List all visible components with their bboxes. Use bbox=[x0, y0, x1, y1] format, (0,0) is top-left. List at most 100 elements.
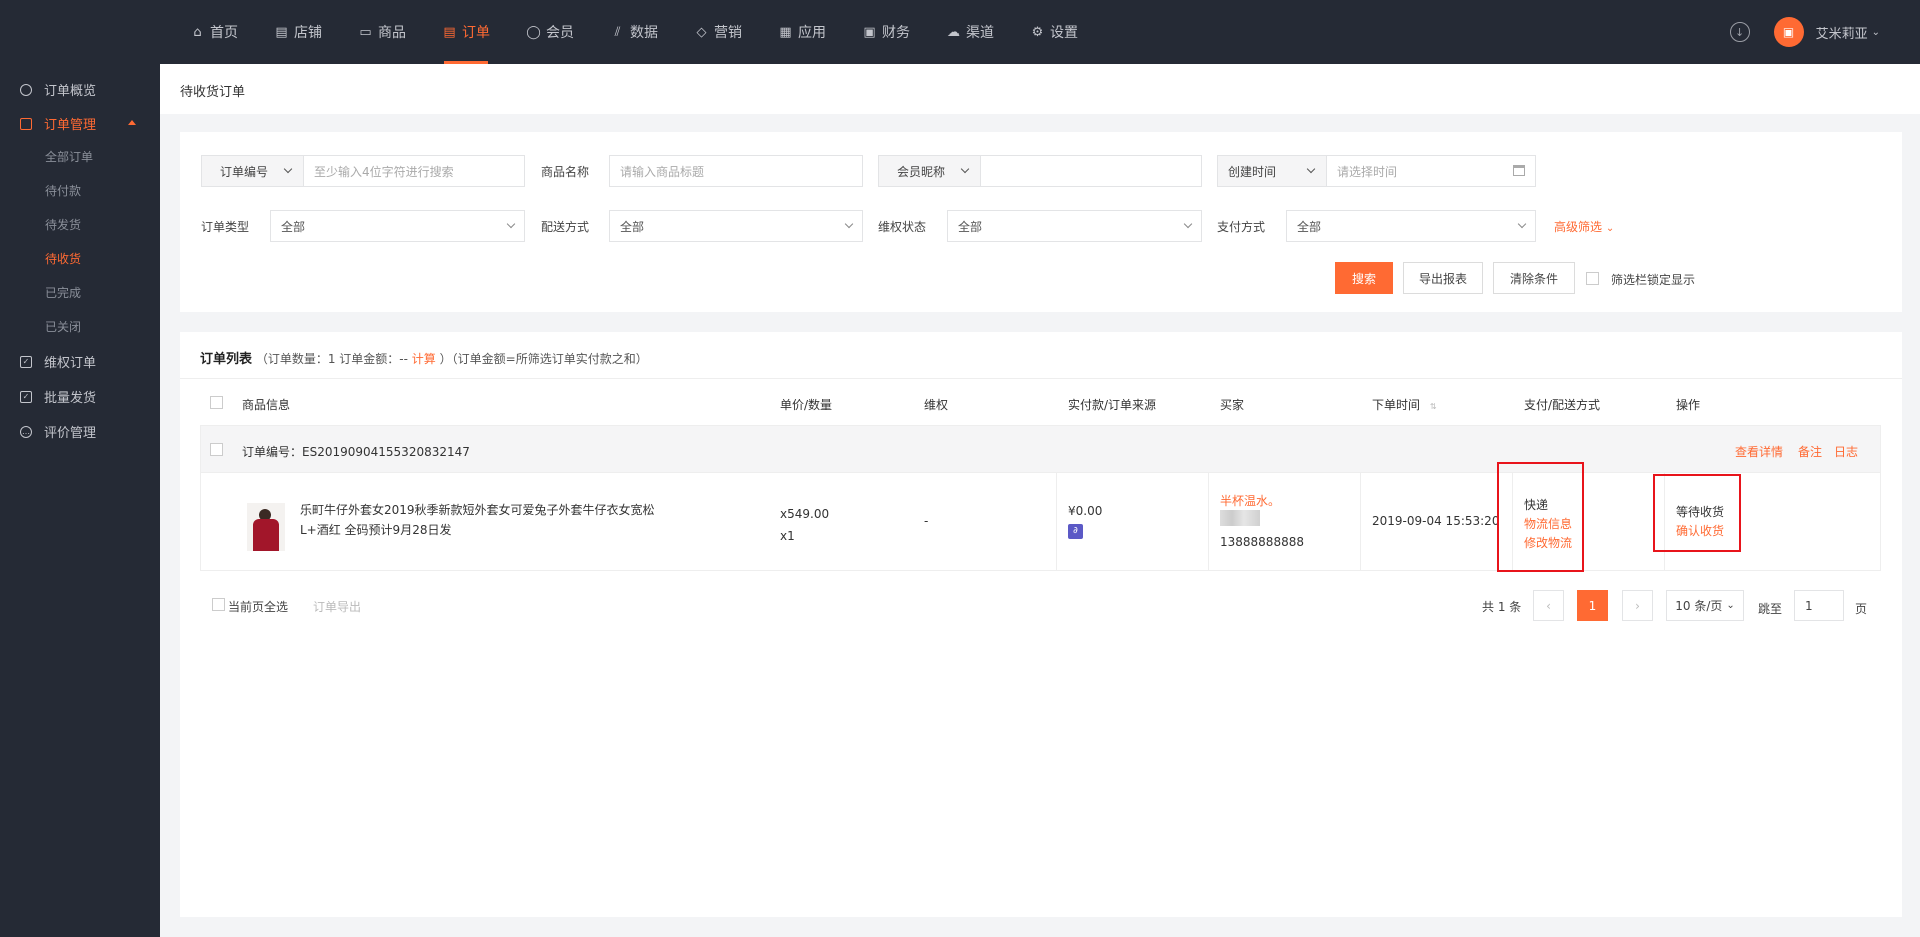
nav-item-label: 会员 bbox=[546, 25, 574, 41]
search-button[interactable]: 搜索 bbox=[1335, 262, 1393, 294]
sidebar-item-overview[interactable]: 订单概览 bbox=[20, 80, 96, 99]
sidebar-sub-closed[interactable]: 已关闭 bbox=[45, 318, 81, 335]
view-detail-link[interactable]: 查看详情 bbox=[1735, 443, 1783, 460]
order-type-label: 订单类型 bbox=[201, 220, 250, 234]
jump-page-input[interactable]: 1 bbox=[1794, 590, 1844, 621]
home-icon: ⌂ bbox=[193, 24, 202, 40]
page-size-select[interactable]: 10 条/页 ⌄ bbox=[1666, 590, 1744, 621]
price-qty: x549.00 x1 bbox=[780, 503, 829, 547]
nav-item-store[interactable]: ▤ 店铺 bbox=[274, 0, 322, 64]
buyer-name[interactable]: 半杯温水。 bbox=[1220, 492, 1280, 509]
nav-item-label: 店铺 bbox=[294, 25, 322, 41]
sidebar-item-review[interactable]: … 评价管理 bbox=[20, 422, 96, 441]
top-bar: ⌂ 首页 ▤ 店铺 ▭ 商品 ▤ 订单 ◯ 会员 ⫽ 数据 ◇ 营销 ▦ 应用 ▣ 财务 ☁ 渠道 ⚙ 设置 ↓ ▣ 艾米… bbox=[0, 0, 1920, 64]
sidebar-item-order-manage[interactable]: 订单管理 bbox=[20, 114, 96, 133]
nav-item-label: 设置 bbox=[1050, 25, 1078, 41]
product-thumbnail[interactable] bbox=[247, 503, 285, 551]
order-icon bbox=[20, 117, 32, 130]
select-all-checkbox[interactable] bbox=[212, 598, 225, 611]
calc-link[interactable]: 计算 bbox=[412, 352, 436, 366]
sidebar-sub-completed[interactable]: 已完成 bbox=[45, 284, 81, 301]
member-input[interactable] bbox=[980, 155, 1202, 187]
avatar[interactable]: ▣ bbox=[1773, 17, 1804, 47]
sidebar-item-rights[interactable]: ✓ 维权订单 bbox=[20, 352, 96, 371]
app-icon: ▦ bbox=[779, 24, 792, 40]
delivery-select[interactable]: 全部 bbox=[609, 210, 863, 242]
col-price: 单价/数量 bbox=[780, 398, 833, 412]
export-report-button[interactable]: 导出报表 bbox=[1403, 262, 1483, 294]
nav-item-tag[interactable]: ◇ 营销 bbox=[694, 0, 743, 64]
member-select[interactable]: 会员昵称 bbox=[878, 155, 981, 187]
nav-item-member[interactable]: ◯ 会员 bbox=[526, 0, 574, 64]
col-time[interactable]: 下单时间 ⇅ bbox=[1372, 396, 1437, 413]
sidebar-sub-unpaid[interactable]: 待付款 bbox=[45, 182, 81, 199]
rights-select[interactable]: 全部 bbox=[947, 210, 1202, 242]
sidebar-item-label: 维权订单 bbox=[44, 356, 97, 371]
prev-page-button[interactable]: ‹ bbox=[1533, 590, 1564, 621]
col-pay-ship: 支付/配送方式 bbox=[1524, 398, 1601, 412]
user-name[interactable]: 艾米莉亚 bbox=[1816, 23, 1868, 42]
chevron-down-icon[interactable]: ⌄ bbox=[1872, 27, 1880, 38]
unit-price: x549.00 bbox=[780, 507, 830, 521]
summary-prefix: （订单数量：1 订单金额：-- bbox=[255, 352, 408, 366]
clock-icon bbox=[20, 83, 32, 96]
filter-panel: 订单编号 至少输入4位字符进行搜索 商品名称 请输入商品标题 会员昵称 创建时间… bbox=[180, 132, 1902, 312]
chevron-down-icon bbox=[283, 164, 293, 174]
highlight-box-operation bbox=[1653, 474, 1741, 552]
nav-item-channel[interactable]: ☁ 渠道 bbox=[946, 0, 994, 64]
rights-value: 全部 bbox=[958, 219, 983, 234]
nav-item-product[interactable]: ▭ 商品 bbox=[358, 0, 406, 64]
nav-item-finance[interactable]: ▣ 财务 bbox=[862, 0, 910, 64]
remark-link[interactable]: 备注 bbox=[1798, 443, 1822, 460]
order-no-input[interactable]: 至少输入4位字符进行搜索 bbox=[303, 155, 525, 187]
delivery-value: 全部 bbox=[620, 219, 645, 234]
product-title[interactable]: 乐町牛仔外套女2019秋季新款短外套女可爱兔子外套牛仔衣女宽松 L+酒红 全码预… bbox=[300, 500, 655, 540]
caret-up-icon[interactable] bbox=[128, 120, 136, 125]
col-paid: 实付款/订单来源 bbox=[1068, 398, 1157, 412]
order-number: 订单编号：ES20190904155320832147 bbox=[242, 445, 470, 459]
lock-filter-checkbox[interactable] bbox=[1586, 272, 1599, 285]
member-select-label: 会员昵称 bbox=[897, 164, 946, 179]
order-export-link[interactable]: 订单导出 bbox=[313, 598, 361, 615]
advanced-filter-link[interactable]: 高级筛选 ⌄ bbox=[1554, 218, 1614, 235]
col-time-label: 下单时间 bbox=[1372, 398, 1421, 412]
highlight-box-pay-ship bbox=[1497, 462, 1584, 572]
chevron-down-icon bbox=[506, 219, 516, 229]
buyer-phone: 13888888888 bbox=[1220, 535, 1304, 549]
order-select-checkbox[interactable] bbox=[210, 443, 223, 456]
rights-label: 维权状态 bbox=[878, 220, 927, 234]
next-page-button[interactable]: › bbox=[1622, 590, 1653, 621]
nav-item-label: 订单 bbox=[462, 25, 490, 41]
sidebar-sub-all[interactable]: 全部订单 bbox=[45, 148, 93, 165]
nav-item-app[interactable]: ▦ 应用 bbox=[778, 0, 826, 64]
header-select-checkbox[interactable] bbox=[210, 396, 223, 409]
chevron-down-icon bbox=[1183, 219, 1193, 229]
page-unit-label: 页 bbox=[1855, 602, 1868, 616]
tag-icon: ◇ bbox=[696, 24, 707, 40]
clear-conditions-button[interactable]: 清除条件 bbox=[1493, 262, 1575, 294]
settings-icon: ⚙ bbox=[1031, 24, 1044, 40]
calendar-icon bbox=[1513, 165, 1525, 176]
order-no-select[interactable]: 订单编号 bbox=[201, 155, 304, 187]
nav-item-order[interactable]: ▤ 订单 bbox=[442, 0, 490, 64]
goods-name-input[interactable]: 请输入商品标题 bbox=[609, 155, 863, 187]
sidebar-sub-to-receive[interactable]: 待收货 bbox=[45, 250, 81, 267]
sort-icon[interactable]: ⇅ bbox=[1430, 402, 1437, 411]
pay-select[interactable]: 全部 bbox=[1286, 210, 1536, 242]
nav-item-settings[interactable]: ⚙ 设置 bbox=[1030, 0, 1078, 64]
nav-item-home[interactable]: ⌂ 首页 bbox=[190, 0, 238, 64]
order-list-panel: 订单列表 （订单数量：1 订单金额：-- 计算 ）（订单金额=所筛选订单实付款之… bbox=[180, 332, 1902, 917]
created-time-select[interactable]: 创建时间 bbox=[1217, 155, 1327, 187]
nav-item-chart[interactable]: ⫽ 数据 bbox=[610, 0, 658, 64]
lock-filter-label: 筛选栏锁定显示 bbox=[1611, 273, 1696, 287]
sidebar-sub-unshipped[interactable]: 待发货 bbox=[45, 216, 81, 233]
download-icon[interactable]: ↓ bbox=[1729, 22, 1750, 42]
chevron-down-icon bbox=[1306, 164, 1316, 174]
sidebar-item-batch[interactable]: ✓ 批量发货 bbox=[20, 387, 96, 406]
page-1-button[interactable]: 1 bbox=[1577, 590, 1608, 621]
log-link[interactable]: 日志 bbox=[1834, 443, 1858, 460]
date-picker[interactable]: 请选择时间 bbox=[1326, 155, 1536, 187]
main-nav: ⌂ 首页 ▤ 店铺 ▭ 商品 ▤ 订单 ◯ 会员 ⫽ 数据 ◇ 营销 ▦ 应用 ▣ 财务 ☁ 渠道 ⚙ 设置 bbox=[190, 0, 1114, 64]
mini-program-icon: ∂ bbox=[1068, 524, 1083, 539]
order-type-select[interactable]: 全部 bbox=[270, 210, 525, 242]
